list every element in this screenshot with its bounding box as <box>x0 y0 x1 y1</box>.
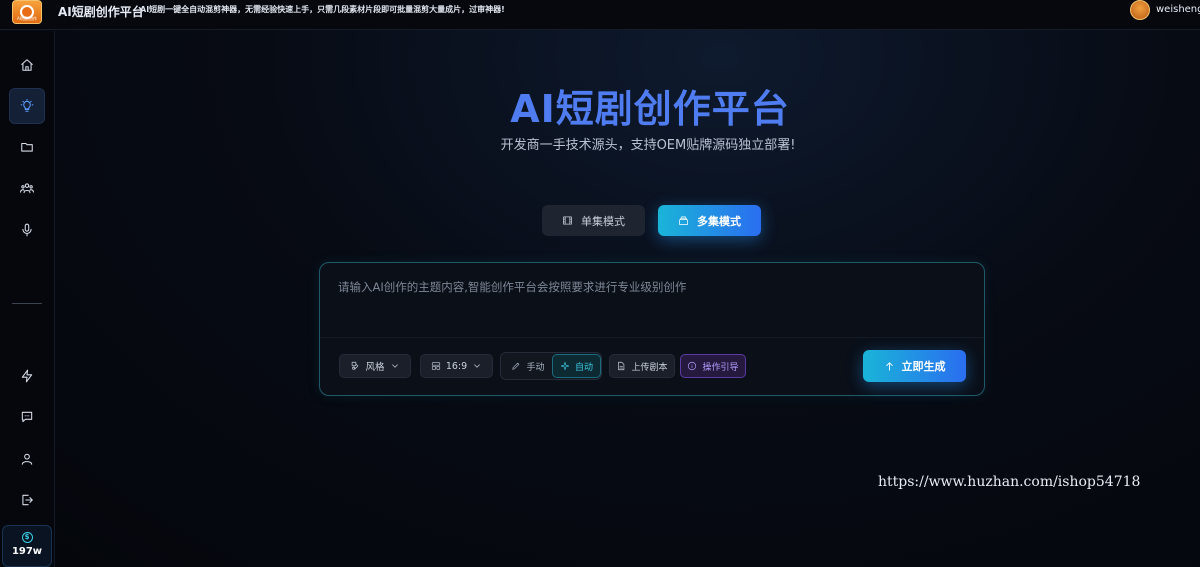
composer-divider <box>320 337 984 338</box>
user-avatar[interactable] <box>1130 0 1150 20</box>
document-icon <box>618 361 625 371</box>
app-logo[interactable]: AI短剧创作 <box>12 0 42 24</box>
page-subtitle: 开发商一手技术源头，支持OEM贴牌源码独立部署! <box>500 138 796 153</box>
auto-mode-button[interactable]: 自动 <box>552 354 601 378</box>
pencil-icon <box>512 362 520 370</box>
sidebar-divider <box>12 303 42 304</box>
prompt-input[interactable] <box>338 279 968 339</box>
aspect-ratio-label: 16:9 <box>445 360 468 372</box>
stack-icon <box>679 216 688 225</box>
operation-guide-label: 操作引导 <box>702 362 739 373</box>
user-icon <box>21 453 33 465</box>
user-name[interactable]: weisheng <box>1156 4 1200 15</box>
app-title: AI短剧创作平台 <box>58 5 144 19</box>
microphone-icon <box>22 223 32 237</box>
film-icon <box>563 216 572 225</box>
manual-mode-button[interactable]: 手动 <box>506 354 550 378</box>
manual-mode-label: 手动 <box>526 362 545 373</box>
layout-icon <box>431 362 440 370</box>
palette-icon <box>352 361 359 370</box>
coin-icon: $ <box>21 532 33 543</box>
home-icon <box>21 59 33 71</box>
single-episode-mode-button[interactable]: 单集模式 <box>542 205 645 236</box>
info-icon <box>688 361 697 371</box>
logout-icon <box>22 494 33 506</box>
app-tagline: AI短剧一键全自动混剪神器，无需经验快速上手，只需几段素材片段即可批量混剪大量成… <box>140 5 505 14</box>
page-title: AI短剧创作平台 <box>510 87 790 131</box>
style-dropdown[interactable]: 风格 <box>339 354 411 378</box>
auto-mode-label: 自动 <box>574 362 593 373</box>
sidebar-item-logout[interactable] <box>9 482 45 518</box>
multi-episode-mode-button[interactable]: 多集模式 <box>658 205 761 236</box>
sidebar-item-profile[interactable] <box>9 441 45 477</box>
operation-guide-button[interactable]: 操作引导 <box>680 354 746 378</box>
sidebar-item-messages[interactable] <box>9 399 45 435</box>
sidebar-item-characters[interactable] <box>9 170 45 206</box>
top-bar: AI短剧创作 AI短剧创作平台 AI短剧一键全自动混剪神器，无需经验快速上手，只… <box>0 0 1200 30</box>
upload-script-button[interactable]: 上传剧本 <box>609 354 675 378</box>
sidebar-item-voice[interactable] <box>9 212 45 248</box>
arrow-up-icon <box>885 361 893 371</box>
style-dropdown-label: 风格 <box>365 362 385 373</box>
generate-now-label: 立即生成 <box>901 360 946 373</box>
credit-amount: 197w <box>11 546 43 557</box>
multi-episode-mode-label: 多集模式 <box>697 214 741 228</box>
sparkle-icon <box>560 361 570 371</box>
credit-balance[interactable]: $ 197w <box>2 525 52 567</box>
single-episode-mode-label: 单集模式 <box>581 214 625 228</box>
generate-now-button[interactable]: 立即生成 <box>863 350 966 382</box>
chat-icon <box>21 411 33 423</box>
sidebar-item-upgrade[interactable] <box>9 358 45 394</box>
aspect-ratio-dropdown[interactable]: 16:9 <box>420 354 493 378</box>
prompt-composer: 风格 16:9 手动 自动 上传剧本 操作引导 立即生成 <box>319 262 985 396</box>
upload-script-label: 上传剧本 <box>631 362 668 373</box>
chevron-down-icon <box>474 364 481 368</box>
logo-text: AI短剧创作 <box>17 16 37 21</box>
chevron-down-icon <box>391 364 398 368</box>
watermark-url: https://www.huzhan.com/ishop54718 <box>878 474 1141 490</box>
lightning-icon <box>21 369 33 383</box>
users-icon <box>20 183 34 194</box>
